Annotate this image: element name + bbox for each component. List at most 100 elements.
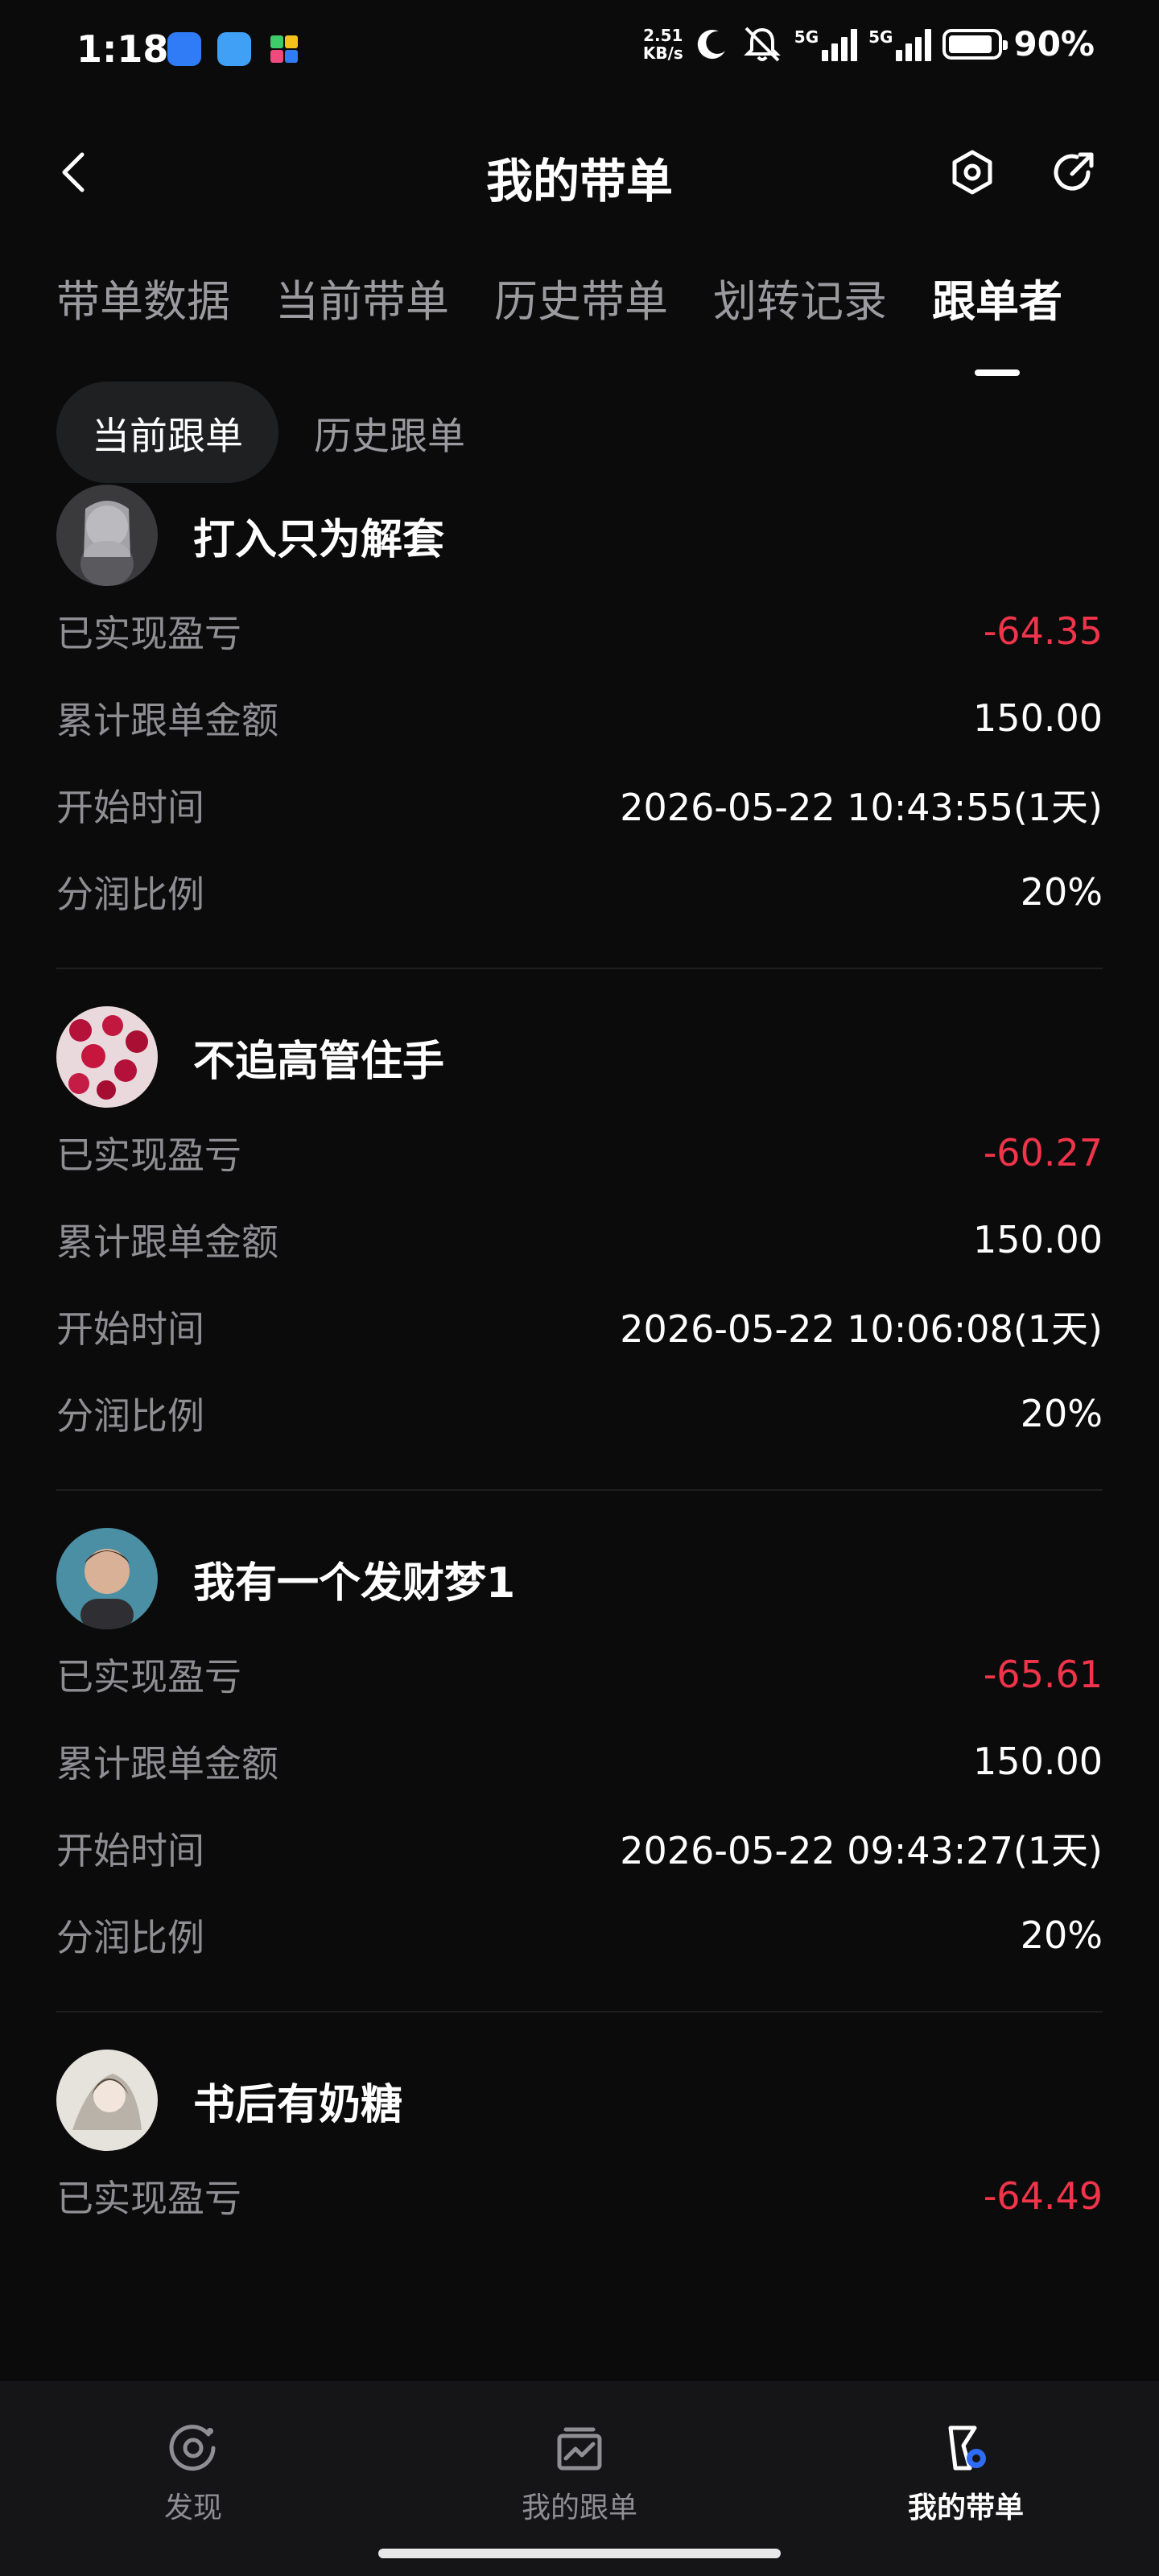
nav-label: 发现 — [163, 2491, 222, 2524]
profit-share-row: 分润比例 20% — [56, 848, 1103, 935]
profit-share-row: 分润比例 20% — [56, 1370, 1103, 1457]
battery-fill — [949, 35, 992, 53]
profit-share-value: 20% — [1020, 870, 1103, 914]
follower-header: 打入只为解套 — [56, 483, 1103, 588]
app-notification-icon — [267, 32, 301, 66]
chart-box-icon — [551, 2420, 608, 2476]
battery-icon — [942, 28, 1008, 60]
bell-muted-icon — [743, 27, 781, 61]
network-speed-unit: KB/s — [642, 43, 683, 63]
pnl-row: 已实现盈亏 -64.35 — [56, 588, 1103, 675]
follower-name: 书后有奶糖 — [193, 2080, 403, 2129]
pnl-row: 已实现盈亏 -65.61 — [56, 1631, 1103, 1718]
nav-discover[interactable]: 发现 — [72, 2420, 314, 2526]
status-app-icons — [167, 32, 301, 66]
subtab-current-follow[interactable]: 当前跟单 — [56, 382, 278, 483]
follower-header: 不追高管住手 — [56, 1005, 1103, 1109]
nav-label: 我的带单 — [907, 2491, 1024, 2524]
status-time: 1:18 — [76, 27, 169, 71]
tab-history-lead[interactable]: 历史带单 — [494, 266, 668, 329]
start-time-value: 2026-05-22 10:06:08(1天) — [620, 1307, 1103, 1351]
profit-share-value: 20% — [1020, 1913, 1103, 1957]
home-indicator[interactable] — [378, 2549, 781, 2558]
tab-lead-data[interactable]: 带单数据 — [56, 266, 230, 329]
follower-name: 我有一个发财梦1 — [193, 1558, 516, 1608]
nav-my-follow[interactable]: 我的跟单 — [459, 2420, 700, 2526]
start-time-row: 开始时间 2026-05-22 10:06:08(1天) — [56, 1283, 1103, 1370]
follower-card[interactable]: 我有一个发财梦1 已实现盈亏 -65.61 累计跟单金额 150.00 开始时间… — [56, 1526, 1103, 2013]
start-time-row: 开始时间 2026-05-22 09:43:27(1天) — [56, 1805, 1103, 1892]
total-amount-row: 累计跟单金额 150.00 — [56, 675, 1103, 762]
signal-bars-icon — [896, 27, 932, 61]
follower-header: 书后有奶糖 — [56, 2048, 1103, 2153]
settings-button[interactable] — [947, 147, 998, 198]
signal-label: 5G — [794, 27, 819, 47]
header: 我的带单 — [0, 129, 1159, 217]
signal-1: 5G — [794, 27, 858, 61]
follower-list: 打入只为解套 已实现盈亏 -64.35 累计跟单金额 150.00 开始时间 2… — [56, 483, 1103, 2240]
discover-icon — [165, 2420, 221, 2476]
avatar — [56, 1528, 158, 1629]
avatar-image — [56, 1006, 158, 1108]
nav-my-lead[interactable]: 我的带单 — [845, 2420, 1087, 2526]
follower-card[interactable]: 打入只为解套 已实现盈亏 -64.35 累计跟单金额 150.00 开始时间 2… — [56, 483, 1103, 969]
total-amount-value: 150.00 — [973, 696, 1103, 740]
total-amount-label: 累计跟单金额 — [56, 699, 278, 742]
app-notification-icon — [167, 32, 201, 66]
pnl-label: 已实现盈亏 — [56, 2177, 241, 2220]
share-arrow-icon — [1054, 152, 1094, 191]
start-time-value: 2026-05-22 09:43:27(1天) — [620, 1829, 1103, 1872]
subtab-bar: 当前跟单 历史跟单 — [56, 382, 501, 483]
avatar-image — [56, 1528, 158, 1629]
status-indicators: 2.51 KB/s 5G 5G 90% — [643, 24, 1095, 64]
start-time-row: 开始时间 2026-05-22 10:43:55(1天) — [56, 762, 1103, 848]
pnl-label: 已实现盈亏 — [56, 1655, 241, 1699]
hexagon-settings-icon — [952, 150, 992, 195]
total-amount-value: 150.00 — [973, 1740, 1103, 1783]
pnl-row: 已实现盈亏 -60.27 — [56, 1109, 1103, 1196]
start-time-label: 开始时间 — [56, 1829, 204, 1872]
pnl-row: 已实现盈亏 -64.49 — [56, 2153, 1103, 2240]
follower-card[interactable]: 不追高管住手 已实现盈亏 -60.27 累计跟单金额 150.00 开始时间 2… — [56, 1005, 1103, 1491]
status-bar: 1:18 2.51 KB/s 5G 5G 90% — [0, 0, 1159, 101]
network-speed: 2.51 KB/s — [643, 27, 683, 62]
tab-current-lead[interactable]: 当前带单 — [275, 266, 449, 329]
tab-bar: 带单数据 当前带单 历史带单 划转记录 跟单者 — [56, 266, 1062, 329]
tab-followers[interactable]: 跟单者 — [932, 266, 1062, 329]
pnl-value: -60.27 — [983, 1131, 1103, 1174]
pnl-label: 已实现盈亏 — [56, 612, 241, 655]
follower-card[interactable]: 书后有奶糖 已实现盈亏 -64.49 — [56, 2048, 1103, 2240]
signal-2: 5G — [868, 27, 932, 61]
pnl-label: 已实现盈亏 — [56, 1133, 241, 1177]
avatar-image — [56, 2050, 158, 2151]
app-notification-icon — [217, 32, 251, 66]
profit-share-value: 20% — [1020, 1392, 1103, 1435]
pnl-value: -64.49 — [983, 2174, 1103, 2218]
moon-icon — [697, 29, 725, 59]
profit-share-label: 分润比例 — [56, 873, 204, 916]
pnl-value: -64.35 — [983, 609, 1103, 653]
total-amount-value: 150.00 — [973, 1218, 1103, 1261]
follower-header: 我有一个发财梦1 — [56, 1526, 1103, 1631]
follower-name: 打入只为解套 — [193, 515, 445, 564]
avatar — [56, 1006, 158, 1108]
avatar — [56, 485, 158, 586]
nav-label: 我的跟单 — [521, 2491, 637, 2524]
pnl-value: -65.61 — [983, 1653, 1103, 1696]
signal-label: 5G — [868, 27, 893, 47]
follower-name: 不追高管住手 — [193, 1037, 445, 1086]
start-time-label: 开始时间 — [56, 1307, 204, 1351]
share-button[interactable] — [1048, 147, 1099, 198]
total-amount-row: 累计跟单金额 150.00 — [56, 1196, 1103, 1283]
signal-bars-icon — [822, 27, 858, 61]
tab-transfer-records[interactable]: 划转记录 — [713, 266, 887, 329]
total-amount-label: 累计跟单金额 — [56, 1220, 278, 1264]
profit-share-row: 分润比例 20% — [56, 1892, 1103, 1979]
start-time-value: 2026-05-22 10:43:55(1天) — [620, 786, 1103, 829]
total-amount-label: 累计跟单金额 — [56, 1742, 278, 1785]
battery-percent: 90% — [1013, 24, 1095, 64]
bottom-nav: 发现 我的跟单 我的带单 — [0, 2381, 1159, 2576]
lead-trade-icon — [938, 2420, 994, 2476]
start-time-label: 开始时间 — [56, 786, 204, 829]
subtab-history-follow[interactable]: 历史跟单 — [278, 382, 501, 483]
